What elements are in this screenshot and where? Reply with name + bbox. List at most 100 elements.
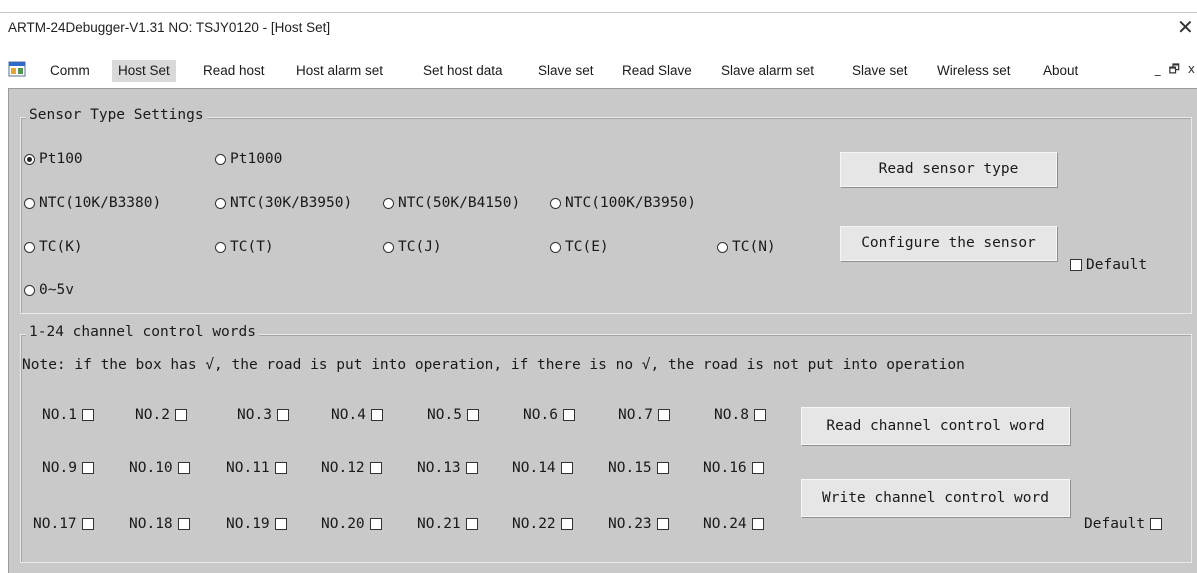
channel-checkbox-1[interactable]: NO.1: [42, 407, 94, 423]
checkbox-icon: [465, 518, 478, 530]
channel-checkbox-24[interactable]: NO.24: [703, 516, 764, 532]
channel-checkbox-9[interactable]: NO.9: [42, 460, 94, 476]
menu-item-slave-set-2[interactable]: Slave set: [846, 60, 914, 82]
radio-icon: [383, 197, 394, 209]
checkbox-icon: [276, 409, 289, 421]
radio-icon: [550, 197, 561, 209]
checkbox-icon: [274, 462, 287, 474]
read-channel-control-word-button[interactable]: Read channel control word: [801, 407, 1070, 445]
channel-checkbox-18[interactable]: NO.18: [129, 516, 190, 532]
checkbox-icon: [753, 409, 766, 421]
radio-icon: [215, 241, 226, 253]
checkbox-icon: [274, 518, 287, 530]
client-area: Sensor Type Settings Pt100 Pt1000 NTC(10…: [8, 88, 1197, 573]
mdi-window-controls: _ 🗗 x: [1147, 60, 1195, 81]
checkbox-icon: [370, 409, 383, 421]
sensor-type-group: Sensor Type Settings: [20, 107, 1192, 314]
channel-checkbox-3[interactable]: NO.3: [237, 407, 289, 423]
channel-checkbox-19[interactable]: NO.19: [226, 516, 287, 532]
radio-0-5v[interactable]: 0~5v: [24, 282, 74, 298]
radio-ntc-30k[interactable]: NTC(30K/B3950): [215, 195, 352, 211]
checkbox-icon: [562, 409, 575, 421]
checkbox-icon: [369, 462, 382, 474]
menu-item-slave-alarm-set[interactable]: Slave alarm set: [715, 60, 820, 82]
checkbox-icon: [656, 462, 669, 474]
menu-item-host-set[interactable]: Host Set: [112, 60, 176, 82]
checkbox-icon: [1150, 518, 1163, 530]
checkbox-icon: [751, 518, 764, 530]
channel-checkbox-2[interactable]: NO.2: [135, 407, 187, 423]
radio-icon: [717, 241, 728, 253]
menu-item-slave-set[interactable]: Slave set: [532, 60, 600, 82]
app-window-icon: [8, 61, 26, 77]
checkbox-icon: [1070, 259, 1082, 271]
checkbox-icon: [81, 409, 94, 421]
channel-checkbox-16[interactable]: NO.16: [703, 460, 764, 476]
radio-icon: [550, 241, 561, 253]
radio-tc-t[interactable]: TC(T): [215, 239, 274, 255]
minimize-icon[interactable]: _: [1155, 62, 1161, 76]
checkbox-icon: [657, 409, 670, 421]
radio-icon: [24, 284, 35, 296]
channel-checkbox-14[interactable]: NO.14: [512, 460, 573, 476]
channel-checkbox-13[interactable]: NO.13: [417, 460, 478, 476]
menu-item-read-slave[interactable]: Read Slave: [616, 60, 698, 82]
checkbox-icon: [177, 462, 190, 474]
checkbox-icon: [81, 462, 94, 474]
checkbox-icon: [466, 409, 479, 421]
write-channel-control-word-button[interactable]: Write channel control word: [801, 479, 1070, 517]
channel-checkbox-11[interactable]: NO.11: [226, 460, 287, 476]
radio-tc-e[interactable]: TC(E): [550, 239, 609, 255]
channel-checkbox-7[interactable]: NO.7: [618, 407, 670, 423]
sensor-type-group-label: Sensor Type Settings: [26, 107, 207, 123]
radio-icon: [215, 197, 226, 209]
channel-checkbox-4[interactable]: NO.4: [331, 407, 383, 423]
channel-checkbox-10[interactable]: NO.10: [129, 460, 190, 476]
channel-checkbox-15[interactable]: NO.15: [608, 460, 669, 476]
radio-tc-n[interactable]: TC(N): [717, 239, 776, 255]
channel-checkbox-23[interactable]: NO.23: [608, 516, 669, 532]
window-title: ARTM-24Debugger-V1.31 NO: TSJY0120 - [Ho…: [8, 20, 331, 35]
sensor-default-checkbox[interactable]: Default: [1070, 257, 1147, 273]
mdi-close-icon[interactable]: x: [1188, 62, 1195, 76]
menu-item-read-host[interactable]: Read host: [197, 60, 271, 82]
radio-pt100[interactable]: Pt100: [24, 151, 83, 167]
channel-checkbox-5[interactable]: NO.5: [427, 407, 479, 423]
radio-tc-k[interactable]: TC(K): [24, 239, 83, 255]
channel-checkbox-20[interactable]: NO.20: [321, 516, 382, 532]
radio-pt1000[interactable]: Pt1000: [215, 151, 282, 167]
menu-bar: Comm Host Set Read host Host alarm set S…: [0, 52, 1197, 88]
checkbox-icon: [81, 518, 94, 530]
menu-item-set-host-data[interactable]: Set host data: [417, 60, 509, 82]
menu-item-about[interactable]: About: [1037, 60, 1084, 82]
channel-checkbox-21[interactable]: NO.21: [417, 516, 478, 532]
checkbox-icon: [560, 518, 573, 530]
radio-icon: [24, 241, 35, 253]
channel-checkbox-12[interactable]: NO.12: [321, 460, 382, 476]
restore-icon[interactable]: 🗗: [1169, 62, 1180, 76]
channel-checkbox-22[interactable]: NO.22: [512, 516, 573, 532]
configure-sensor-button[interactable]: Configure the sensor: [840, 226, 1057, 261]
radio-ntc-10k[interactable]: NTC(10K/B3380): [24, 195, 161, 211]
titlebar-divider: [0, 12, 1197, 13]
radio-ntc-50k[interactable]: NTC(50K/B4150): [383, 195, 520, 211]
checkbox-icon: [560, 462, 573, 474]
menu-item-host-alarm-set[interactable]: Host alarm set: [290, 60, 389, 82]
channel-checkbox-8[interactable]: NO.8: [714, 407, 766, 423]
window-close-button[interactable]: ✕: [1177, 14, 1194, 40]
radio-icon: [24, 197, 35, 209]
menu-item-wireless-set[interactable]: Wireless set: [931, 60, 1017, 82]
channel-note-text: Note: if the box has √, the road is put …: [22, 357, 965, 373]
radio-ntc-100k[interactable]: NTC(100K/B3950): [550, 195, 696, 211]
checkbox-icon: [751, 462, 764, 474]
checkbox-icon: [465, 462, 478, 474]
menu-item-comm[interactable]: Comm: [44, 60, 96, 82]
radio-icon: [215, 153, 226, 165]
radio-tc-j[interactable]: TC(J): [383, 239, 442, 255]
read-sensor-type-button[interactable]: Read sensor type: [840, 152, 1057, 187]
channel-checkbox-17[interactable]: NO.17: [33, 516, 94, 532]
radio-icon: [383, 241, 394, 253]
channel-default-checkbox[interactable]: Default: [1084, 516, 1163, 532]
channel-checkbox-6[interactable]: NO.6: [523, 407, 575, 423]
checkbox-icon: [369, 518, 382, 530]
